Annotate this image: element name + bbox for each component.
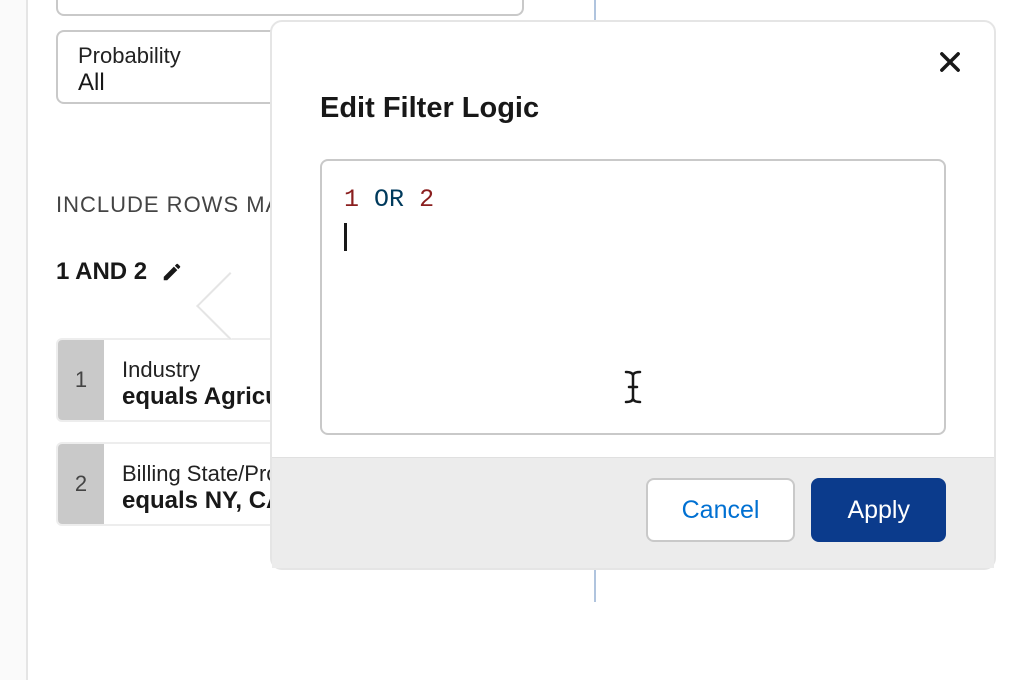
left-gutter [0,0,28,680]
ibeam-cursor-icon [622,369,644,418]
close-button[interactable] [930,44,970,84]
filter-logic-value: 1 OR 2 [344,181,922,219]
popover-title: Edit Filter Logic [320,92,946,125]
filter-logic-textarea[interactable]: 1 OR 2 [320,159,946,435]
collapsed-field-frag[interactable] [56,0,524,16]
filter-logic-text: 1 AND 2 [56,258,147,286]
cancel-button[interactable]: Cancel [646,478,796,542]
edit-filter-logic-popover: Edit Filter Logic 1 OR 2 Cancel Apply [270,20,996,570]
popover-footer: Cancel Apply [272,457,994,568]
close-icon [936,48,964,81]
filter-number: 1 [58,340,104,420]
filter-number: 2 [58,444,104,524]
popover-header: Edit Filter Logic [272,22,994,159]
text-caret [344,223,347,251]
filter-logic-row: 1 AND 2 [56,258,183,286]
apply-button[interactable]: Apply [811,478,946,542]
pencil-icon[interactable] [161,261,183,283]
